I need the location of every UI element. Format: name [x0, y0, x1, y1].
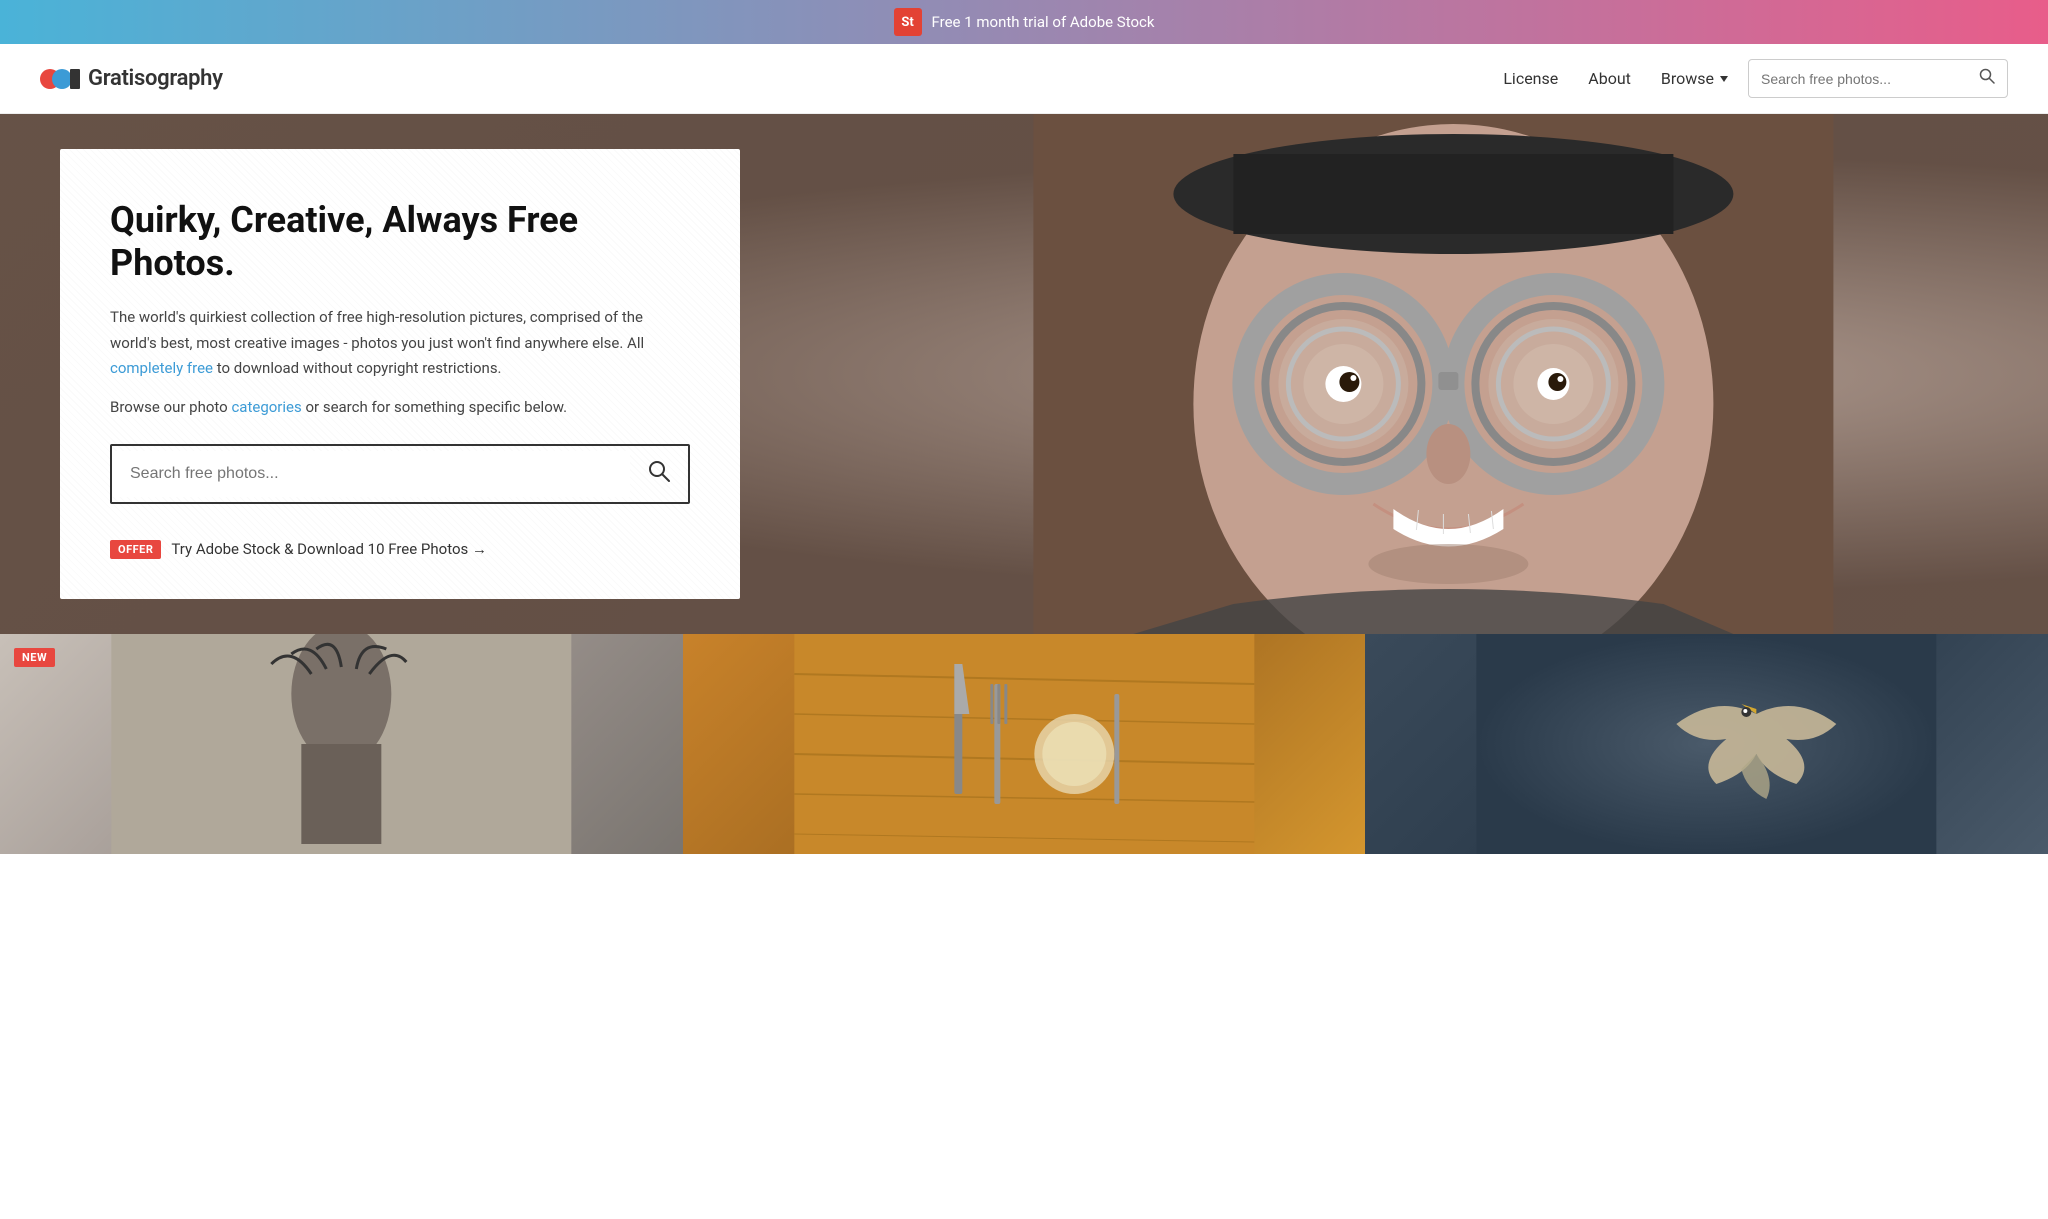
hero-search-button[interactable]	[630, 446, 688, 502]
search-icon	[648, 460, 670, 482]
hero-search-bar	[110, 444, 690, 504]
photo-thumb-1: NEW	[0, 634, 683, 854]
logo-text: Gratisography	[88, 66, 223, 91]
banner-text: Free 1 month trial of Adobe Stock	[932, 13, 1155, 31]
photo-thumb-image-2	[683, 634, 1366, 854]
hero-offer-text: Try Adobe Stock & Download 10 Free Photo…	[171, 540, 487, 558]
photo-thumb-3	[1365, 634, 2048, 854]
top-banner: St Free 1 month trial of Adobe Stock	[0, 0, 2048, 44]
hero-browse-text: Browse our photo categories or search fo…	[110, 398, 690, 416]
logo-circle-blue	[52, 69, 72, 89]
photo-thumb-image-1	[0, 634, 683, 854]
search-button-header[interactable]	[1967, 60, 2007, 97]
photo-thumb-image-3	[1365, 634, 2048, 854]
hero-categories-link[interactable]: categories	[231, 398, 301, 416]
search-icon	[1979, 68, 1995, 84]
hero-free-link[interactable]: completely free	[110, 359, 213, 377]
photo-thumb-2	[683, 634, 1366, 854]
hero-title: Quirky, Creative, Always Free Photos.	[110, 199, 690, 285]
hero-offer[interactable]: OFFER Try Adobe Stock & Download 10 Free…	[110, 540, 690, 559]
hero-section: Quirky, Creative, Always Free Photos. Th…	[0, 114, 2048, 634]
logo-area: Gratisography	[40, 65, 1483, 93]
search-bar-header	[1748, 59, 2008, 98]
offer-badge: OFFER	[110, 540, 161, 559]
hero-card: Quirky, Creative, Always Free Photos. Th…	[60, 149, 740, 599]
hero-search-input[interactable]	[112, 451, 630, 497]
adobe-icon: St	[894, 8, 922, 36]
chevron-down-icon	[1720, 76, 1728, 82]
hero-content: Quirky, Creative, Always Free Photos. Th…	[0, 114, 2048, 634]
nav-about[interactable]: About	[1588, 69, 1631, 88]
photo-grid: NEW	[0, 634, 2048, 854]
nav-license[interactable]: License	[1503, 69, 1558, 88]
header: Gratisography License About Browse	[0, 44, 2048, 114]
nav-browse[interactable]: Browse	[1661, 69, 1728, 88]
search-input-header[interactable]	[1749, 63, 1967, 95]
hero-description: The world's quirkiest collection of free…	[110, 305, 690, 382]
logo-rect	[70, 69, 80, 89]
logo-icon	[40, 65, 78, 93]
new-badge-1: NEW	[14, 648, 55, 667]
nav-links: License About Browse	[1503, 69, 1728, 88]
